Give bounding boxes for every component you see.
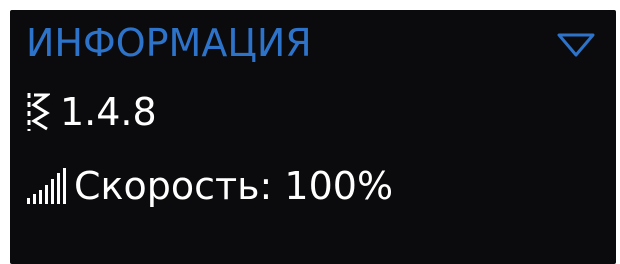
chevron-down-icon	[557, 33, 595, 57]
speed-row: Скорость: 100%	[26, 163, 393, 209]
collapse-toggle-button[interactable]	[556, 32, 596, 58]
speed-label: Скорость: 100%	[74, 164, 394, 208]
stitch-zigzag-icon	[26, 89, 52, 135]
info-panel: ИНФОРМАЦИЯ 1.4.8 Скорость: 100%	[10, 10, 616, 264]
firmware-version: 1.4.8	[60, 90, 157, 134]
version-row: 1.4.8	[26, 89, 157, 135]
panel-title: ИНФОРМАЦИЯ	[26, 21, 312, 65]
signal-bars-icon	[26, 166, 68, 206]
